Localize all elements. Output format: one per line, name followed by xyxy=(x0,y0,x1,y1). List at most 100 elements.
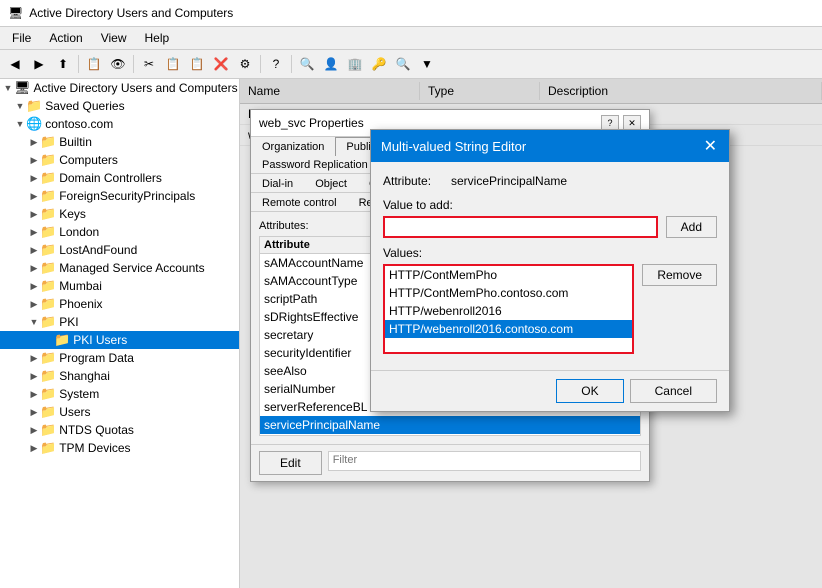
main-layout: ▼ 🖥 Active Directory Users and Computers… xyxy=(0,79,822,588)
tree-toggle-lostandfound[interactable]: ▶ xyxy=(28,245,40,256)
tree-toggle-computers[interactable]: ▶ xyxy=(28,155,40,166)
tree-item-lostandfound[interactable]: ▶📁LostAndFound xyxy=(0,241,239,259)
mve-cancel-btn[interactable]: Cancel xyxy=(630,379,717,403)
tree-item-pki-users[interactable]: 📁PKI Users xyxy=(0,331,239,349)
edit-btn[interactable]: Edit xyxy=(259,451,322,475)
tab-organization[interactable]: Organization xyxy=(251,137,335,156)
tree-label-system: System xyxy=(59,387,99,401)
toolbar-back[interactable]: ◀ xyxy=(4,53,26,75)
tree-item-managed-svc[interactable]: ▶📁Managed Service Accounts xyxy=(0,259,239,277)
toolbar-up[interactable]: ⬆ xyxy=(52,53,74,75)
attr-row-10[interactable]: shadowExpire xyxy=(260,434,640,436)
dialog-overlay: web_svc Properties ? ✕ Organization Publ… xyxy=(240,79,822,588)
tree-toggle-pki[interactable]: ▼ xyxy=(28,317,40,327)
toolbar-help[interactable]: ? xyxy=(265,53,287,75)
menu-action[interactable]: Action xyxy=(41,29,90,47)
tab-object[interactable]: Object xyxy=(304,174,358,193)
toolbar-new-user[interactable]: 👤 xyxy=(320,53,342,75)
tree-toggle-london[interactable]: ▶ xyxy=(28,227,40,238)
mve-value-row: Add xyxy=(383,216,717,238)
tree-toggle-tpm-devices[interactable]: ▶ xyxy=(28,443,40,454)
tree-toggle-managed-svc[interactable]: ▶ xyxy=(28,263,40,274)
tree-label-computers: Computers xyxy=(59,153,118,167)
mve-close-btn[interactable]: ✕ xyxy=(702,136,719,156)
properties-dialog-title: web_svc Properties xyxy=(259,116,364,130)
content-panel: Name Type Description PKIAdminUserweb_sv… xyxy=(240,79,822,588)
toolbar-properties[interactable]: ⚙ xyxy=(234,53,256,75)
mve-value-0[interactable]: HTTP/ContMemPho xyxy=(385,266,632,284)
mve-attr-row: Attribute: servicePrincipalName xyxy=(383,174,717,188)
tree-toggle-keys[interactable]: ▶ xyxy=(28,209,40,220)
app-icon: 🖥 xyxy=(8,6,23,20)
tree-toggle-mumbai[interactable]: ▶ xyxy=(28,281,40,292)
tab-password-replication[interactable]: Password Replication xyxy=(251,155,379,174)
tree-item-users[interactable]: ▶📁Users xyxy=(0,403,239,421)
mve-ok-btn[interactable]: OK xyxy=(556,379,623,403)
toolbar-filter[interactable]: 🔍 xyxy=(392,53,414,75)
tree-item-tpm-devices[interactable]: ▶📁TPM Devices xyxy=(0,439,239,457)
mve-value-1[interactable]: HTTP/ContMemPho.contoso.com xyxy=(385,284,632,302)
attr-row-9[interactable]: servicePrincipalName xyxy=(260,416,640,434)
tree-toggle-shanghai[interactable]: ▶ xyxy=(28,371,40,382)
tree-item-pki[interactable]: ▼📁PKI xyxy=(0,313,239,331)
toolbar-forward[interactable]: ▶ xyxy=(28,53,50,75)
toolbar-view[interactable]: 👁 xyxy=(107,53,129,75)
tree-item-domain-controllers[interactable]: ▶📁Domain Controllers xyxy=(0,169,239,187)
dialog-bottom-btns: Edit xyxy=(251,444,649,481)
toolbar-show-hide[interactable]: 📋 xyxy=(83,53,105,75)
mve-value-3[interactable]: HTTP/webenroll2016.contoso.com xyxy=(385,320,632,338)
tree-toggle-phoenix[interactable]: ▶ xyxy=(28,299,40,310)
tree-item-keys[interactable]: ▶📁Keys xyxy=(0,205,239,223)
tree-label-phoenix: Phoenix xyxy=(59,297,102,311)
tree-item-london[interactable]: ▶📁London xyxy=(0,223,239,241)
tree-label-contoso: contoso.com xyxy=(45,117,113,131)
tree-item-root[interactable]: ▼ 🖥 Active Directory Users and Computers xyxy=(0,79,239,97)
tree-item-shanghai[interactable]: ▶📁Shanghai xyxy=(0,367,239,385)
tree-item-program-data[interactable]: ▶📁Program Data xyxy=(0,349,239,367)
mve-value-2[interactable]: HTTP/webenroll2016 xyxy=(385,302,632,320)
tree-label-ntds-quotas: NTDS Quotas xyxy=(59,423,134,437)
tab-dial-in[interactable]: Dial-in xyxy=(251,174,304,193)
toolbar-delete[interactable]: ❌ xyxy=(210,53,232,75)
toolbar-find[interactable]: 🔍 xyxy=(296,53,318,75)
tree-item-computers[interactable]: ▶📁Computers xyxy=(0,151,239,169)
tree-toggle-saved-queries[interactable]: ▼ xyxy=(14,101,26,111)
mve-values-list[interactable]: HTTP/ContMemPhoHTTP/ContMemPho.contoso.c… xyxy=(383,264,634,354)
tree-toggle-ntds-quotas[interactable]: ▶ xyxy=(28,425,40,436)
tree-label-lostandfound: LostAndFound xyxy=(59,243,137,257)
toolbar-new-group[interactable]: 🏢 xyxy=(344,53,366,75)
tree-item-contoso[interactable]: ▼🌐contoso.com xyxy=(0,115,239,133)
tree-toggle-foreign-security[interactable]: ▶ xyxy=(28,191,40,202)
tree-toggle-program-data[interactable]: ▶ xyxy=(28,353,40,364)
tree-item-ntds-quotas[interactable]: ▶📁NTDS Quotas xyxy=(0,421,239,439)
toolbar-paste[interactable]: 📋 xyxy=(186,53,208,75)
tree-toggle-domain-controllers[interactable]: ▶ xyxy=(28,173,40,184)
menu-help[interactable]: Help xyxy=(137,29,178,47)
toolbar: ◀ ▶ ⬆ 📋 👁 ✂ 📋 📋 ❌ ⚙ ? 🔍 👤 🏢 🔑 🔍 ▼ xyxy=(0,50,822,79)
tree-toggle-builtin[interactable]: ▶ xyxy=(28,137,40,148)
mve-value-to-add-label: Value to add: xyxy=(383,198,717,212)
mve-add-btn[interactable]: Add xyxy=(666,216,717,238)
toolbar-filter-options[interactable]: ▼ xyxy=(416,53,438,75)
tree-item-system[interactable]: ▶📁System xyxy=(0,385,239,403)
tree-label-shanghai: Shanghai xyxy=(59,369,110,383)
tree-item-saved-queries[interactable]: ▼📁Saved Queries xyxy=(0,97,239,115)
tree-item-phoenix[interactable]: ▶📁Phoenix xyxy=(0,295,239,313)
mve-value-input[interactable] xyxy=(383,216,658,238)
menu-view[interactable]: View xyxy=(93,29,135,47)
tree-item-mumbai[interactable]: ▶📁Mumbai xyxy=(0,277,239,295)
tree-toggle-root[interactable]: ▼ xyxy=(2,83,14,93)
toolbar-new-ou[interactable]: 🔑 xyxy=(368,53,390,75)
toolbar-cut[interactable]: ✂ xyxy=(138,53,160,75)
menu-file[interactable]: File xyxy=(4,29,39,47)
tree-toggle-system[interactable]: ▶ xyxy=(28,389,40,400)
tree-item-builtin[interactable]: ▶📁Builtin xyxy=(0,133,239,151)
tree-item-foreign-security[interactable]: ▶📁ForeignSecurityPrincipals xyxy=(0,187,239,205)
tree-toggle-users[interactable]: ▶ xyxy=(28,407,40,418)
mve-titlebar: Multi-valued String Editor ✕ xyxy=(371,130,729,162)
filter-input[interactable] xyxy=(333,454,636,466)
tab-remote-control[interactable]: Remote control xyxy=(251,193,348,212)
mve-remove-btn[interactable]: Remove xyxy=(642,264,717,286)
toolbar-copy[interactable]: 📋 xyxy=(162,53,184,75)
tree-toggle-contoso[interactable]: ▼ xyxy=(14,119,26,129)
